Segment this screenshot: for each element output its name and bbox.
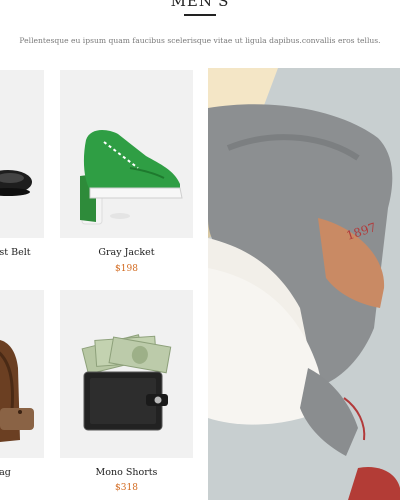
product-price: $318 bbox=[115, 483, 138, 493]
product-card-sneakers[interactable] bbox=[60, 70, 193, 238]
product-name[interactable]: ag bbox=[0, 467, 50, 478]
hero-photo: 1897 bbox=[208, 68, 400, 500]
hero-image[interactable]: 1897 bbox=[208, 68, 400, 500]
product-price: $198 bbox=[115, 264, 138, 274]
wallet-image bbox=[81, 334, 172, 431]
section-title: MEN'S bbox=[170, 0, 230, 10]
sneakers-image bbox=[80, 130, 183, 225]
product-name[interactable]: Mono Shorts bbox=[60, 467, 193, 478]
product-card-belt[interactable] bbox=[0, 70, 44, 238]
section-subtitle: Pellentesque eu ipsum quam faucibus scel… bbox=[19, 36, 381, 45]
title-underline bbox=[184, 14, 216, 16]
bag-image bbox=[0, 340, 34, 442]
product-name[interactable]: Gray Jacket bbox=[60, 247, 193, 258]
belt-image bbox=[0, 170, 32, 196]
product-card-wallet[interactable] bbox=[60, 290, 193, 458]
product-card-bag[interactable] bbox=[0, 290, 44, 458]
